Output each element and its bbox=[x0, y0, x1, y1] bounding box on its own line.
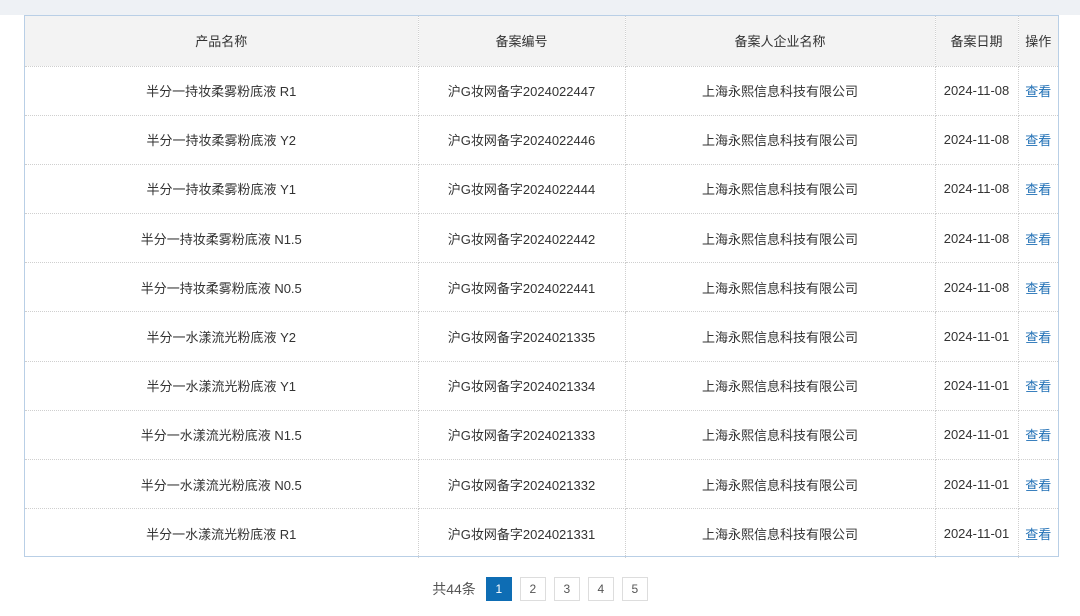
table-row: 半分一持妆柔雾粉底液 Y1 沪G妆网备字2024022444 上海永熙信息科技有… bbox=[25, 164, 1058, 215]
page-button-5[interactable]: 5 bbox=[621, 577, 648, 601]
view-link[interactable]: 查看 bbox=[1025, 281, 1051, 296]
total-count: 共44条 bbox=[432, 581, 476, 597]
table-row: 半分一水漾流光粉底液 N1.5 沪G妆网备字2024021333 上海永熙信息科… bbox=[25, 410, 1058, 461]
table-row: 半分一持妆柔雾粉底液 Y2 沪G妆网备字2024022446 上海永熙信息科技有… bbox=[25, 115, 1058, 165]
cell-record-code: 沪G妆网备字2024022446 bbox=[418, 115, 626, 165]
cell-product-name: 半分一水漾流光粉底液 R1 bbox=[25, 508, 419, 558]
cell-action: 查看 bbox=[1018, 115, 1058, 165]
view-link[interactable]: 查看 bbox=[1025, 330, 1051, 345]
header-product-name: 产品名称 bbox=[25, 16, 419, 67]
cell-record-code: 沪G妆网备字2024021332 bbox=[418, 459, 626, 510]
cell-company-name: 上海永熙信息科技有限公司 bbox=[625, 66, 936, 116]
cell-company-name: 上海永熙信息科技有限公司 bbox=[625, 213, 936, 264]
cell-company-name: 上海永熙信息科技有限公司 bbox=[625, 115, 936, 165]
pagination: 共44条 1 2 3 4 5 bbox=[0, 576, 1080, 602]
view-link[interactable]: 查看 bbox=[1025, 478, 1051, 493]
cell-record-code: 沪G妆网备字2024021331 bbox=[418, 508, 626, 558]
header-action: 操作 bbox=[1018, 16, 1058, 67]
cell-action: 查看 bbox=[1018, 164, 1058, 215]
cell-company-name: 上海永熙信息科技有限公司 bbox=[625, 361, 936, 411]
cell-product-name: 半分一持妆柔雾粉底液 N0.5 bbox=[25, 262, 419, 313]
cell-record-date: 2024-11-08 bbox=[935, 164, 1019, 215]
view-link[interactable]: 查看 bbox=[1025, 182, 1051, 197]
top-strip bbox=[0, 0, 1080, 15]
cell-product-name: 半分一持妆柔雾粉底液 Y2 bbox=[25, 115, 419, 165]
view-link[interactable]: 查看 bbox=[1025, 379, 1051, 394]
cell-product-name: 半分一持妆柔雾粉底液 N1.5 bbox=[25, 213, 419, 264]
cell-record-code: 沪G妆网备字2024021334 bbox=[418, 361, 626, 411]
page-button-1[interactable]: 1 bbox=[485, 577, 512, 601]
cell-product-name: 半分一水漾流光粉底液 N1.5 bbox=[25, 410, 419, 461]
table-header-row: 产品名称 备案编号 备案人企业名称 备案日期 操作 bbox=[25, 16, 1058, 67]
view-link[interactable]: 查看 bbox=[1025, 527, 1051, 542]
cell-company-name: 上海永熙信息科技有限公司 bbox=[625, 164, 936, 215]
table-row: 半分一水漾流光粉底液 Y2 沪G妆网备字2024021335 上海永熙信息科技有… bbox=[25, 311, 1058, 362]
view-link[interactable]: 查看 bbox=[1025, 232, 1051, 247]
cell-company-name: 上海永熙信息科技有限公司 bbox=[625, 459, 936, 510]
cell-product-name: 半分一水漾流光粉底液 N0.5 bbox=[25, 459, 419, 510]
cell-record-date: 2024-11-01 bbox=[935, 311, 1019, 362]
cell-record-code: 沪G妆网备字2024022441 bbox=[418, 262, 626, 313]
cell-action: 查看 bbox=[1018, 410, 1058, 461]
table-row: 半分一水漾流光粉底液 R1 沪G妆网备字2024021331 上海永熙信息科技有… bbox=[25, 508, 1058, 558]
cell-record-date: 2024-11-01 bbox=[935, 410, 1019, 461]
view-link[interactable]: 查看 bbox=[1025, 84, 1051, 99]
cell-action: 查看 bbox=[1018, 459, 1058, 510]
header-company-name: 备案人企业名称 bbox=[625, 16, 936, 67]
cell-record-date: 2024-11-08 bbox=[935, 262, 1019, 313]
record-table: 产品名称 备案编号 备案人企业名称 备案日期 操作 半分一持妆柔雾粉底液 R1 … bbox=[24, 15, 1059, 558]
cell-product-name: 半分一水漾流光粉底液 Y2 bbox=[25, 311, 419, 362]
cell-record-date: 2024-11-08 bbox=[935, 66, 1019, 116]
header-record-code: 备案编号 bbox=[418, 16, 626, 67]
cell-record-code: 沪G妆网备字2024022442 bbox=[418, 213, 626, 264]
cell-product-name: 半分一持妆柔雾粉底液 Y1 bbox=[25, 164, 419, 215]
cell-product-name: 半分一持妆柔雾粉底液 R1 bbox=[25, 66, 419, 116]
cell-action: 查看 bbox=[1018, 262, 1058, 313]
table-row: 半分一持妆柔雾粉底液 N1.5 沪G妆网备字2024022442 上海永熙信息科… bbox=[25, 213, 1058, 264]
cell-record-code: 沪G妆网备字2024022447 bbox=[418, 66, 626, 116]
cell-record-code: 沪G妆网备字2024022444 bbox=[418, 164, 626, 215]
cell-record-date: 2024-11-01 bbox=[935, 361, 1019, 411]
cell-record-code: 沪G妆网备字2024021335 bbox=[418, 311, 626, 362]
cell-product-name: 半分一水漾流光粉底液 Y1 bbox=[25, 361, 419, 411]
table-row: 半分一持妆柔雾粉底液 R1 沪G妆网备字2024022447 上海永熙信息科技有… bbox=[25, 66, 1058, 116]
view-link[interactable]: 查看 bbox=[1025, 428, 1051, 443]
cell-company-name: 上海永熙信息科技有限公司 bbox=[625, 262, 936, 313]
table-row: 半分一持妆柔雾粉底液 N0.5 沪G妆网备字2024022441 上海永熙信息科… bbox=[25, 262, 1058, 313]
cell-action: 查看 bbox=[1018, 311, 1058, 362]
cell-company-name: 上海永熙信息科技有限公司 bbox=[625, 508, 936, 558]
cell-company-name: 上海永熙信息科技有限公司 bbox=[625, 311, 936, 362]
cell-record-date: 2024-11-08 bbox=[935, 213, 1019, 264]
cell-action: 查看 bbox=[1018, 213, 1058, 264]
cell-record-date: 2024-11-08 bbox=[935, 115, 1019, 165]
header-record-date: 备案日期 bbox=[935, 16, 1019, 67]
page-button-2[interactable]: 2 bbox=[519, 577, 546, 601]
view-link[interactable]: 查看 bbox=[1025, 133, 1051, 148]
cell-record-date: 2024-11-01 bbox=[935, 459, 1019, 510]
cell-record-code: 沪G妆网备字2024021333 bbox=[418, 410, 626, 461]
cell-action: 查看 bbox=[1018, 509, 1058, 558]
page-button-4[interactable]: 4 bbox=[587, 577, 614, 601]
table-row: 半分一水漾流光粉底液 Y1 沪G妆网备字2024021334 上海永熙信息科技有… bbox=[25, 361, 1058, 411]
page-button-3[interactable]: 3 bbox=[553, 577, 580, 601]
table-row: 半分一水漾流光粉底液 N0.5 沪G妆网备字2024021332 上海永熙信息科… bbox=[25, 459, 1058, 510]
cell-record-date: 2024-11-01 bbox=[935, 508, 1019, 558]
cell-company-name: 上海永熙信息科技有限公司 bbox=[625, 410, 936, 461]
cell-action: 查看 bbox=[1018, 361, 1058, 411]
cell-action: 查看 bbox=[1018, 66, 1058, 116]
